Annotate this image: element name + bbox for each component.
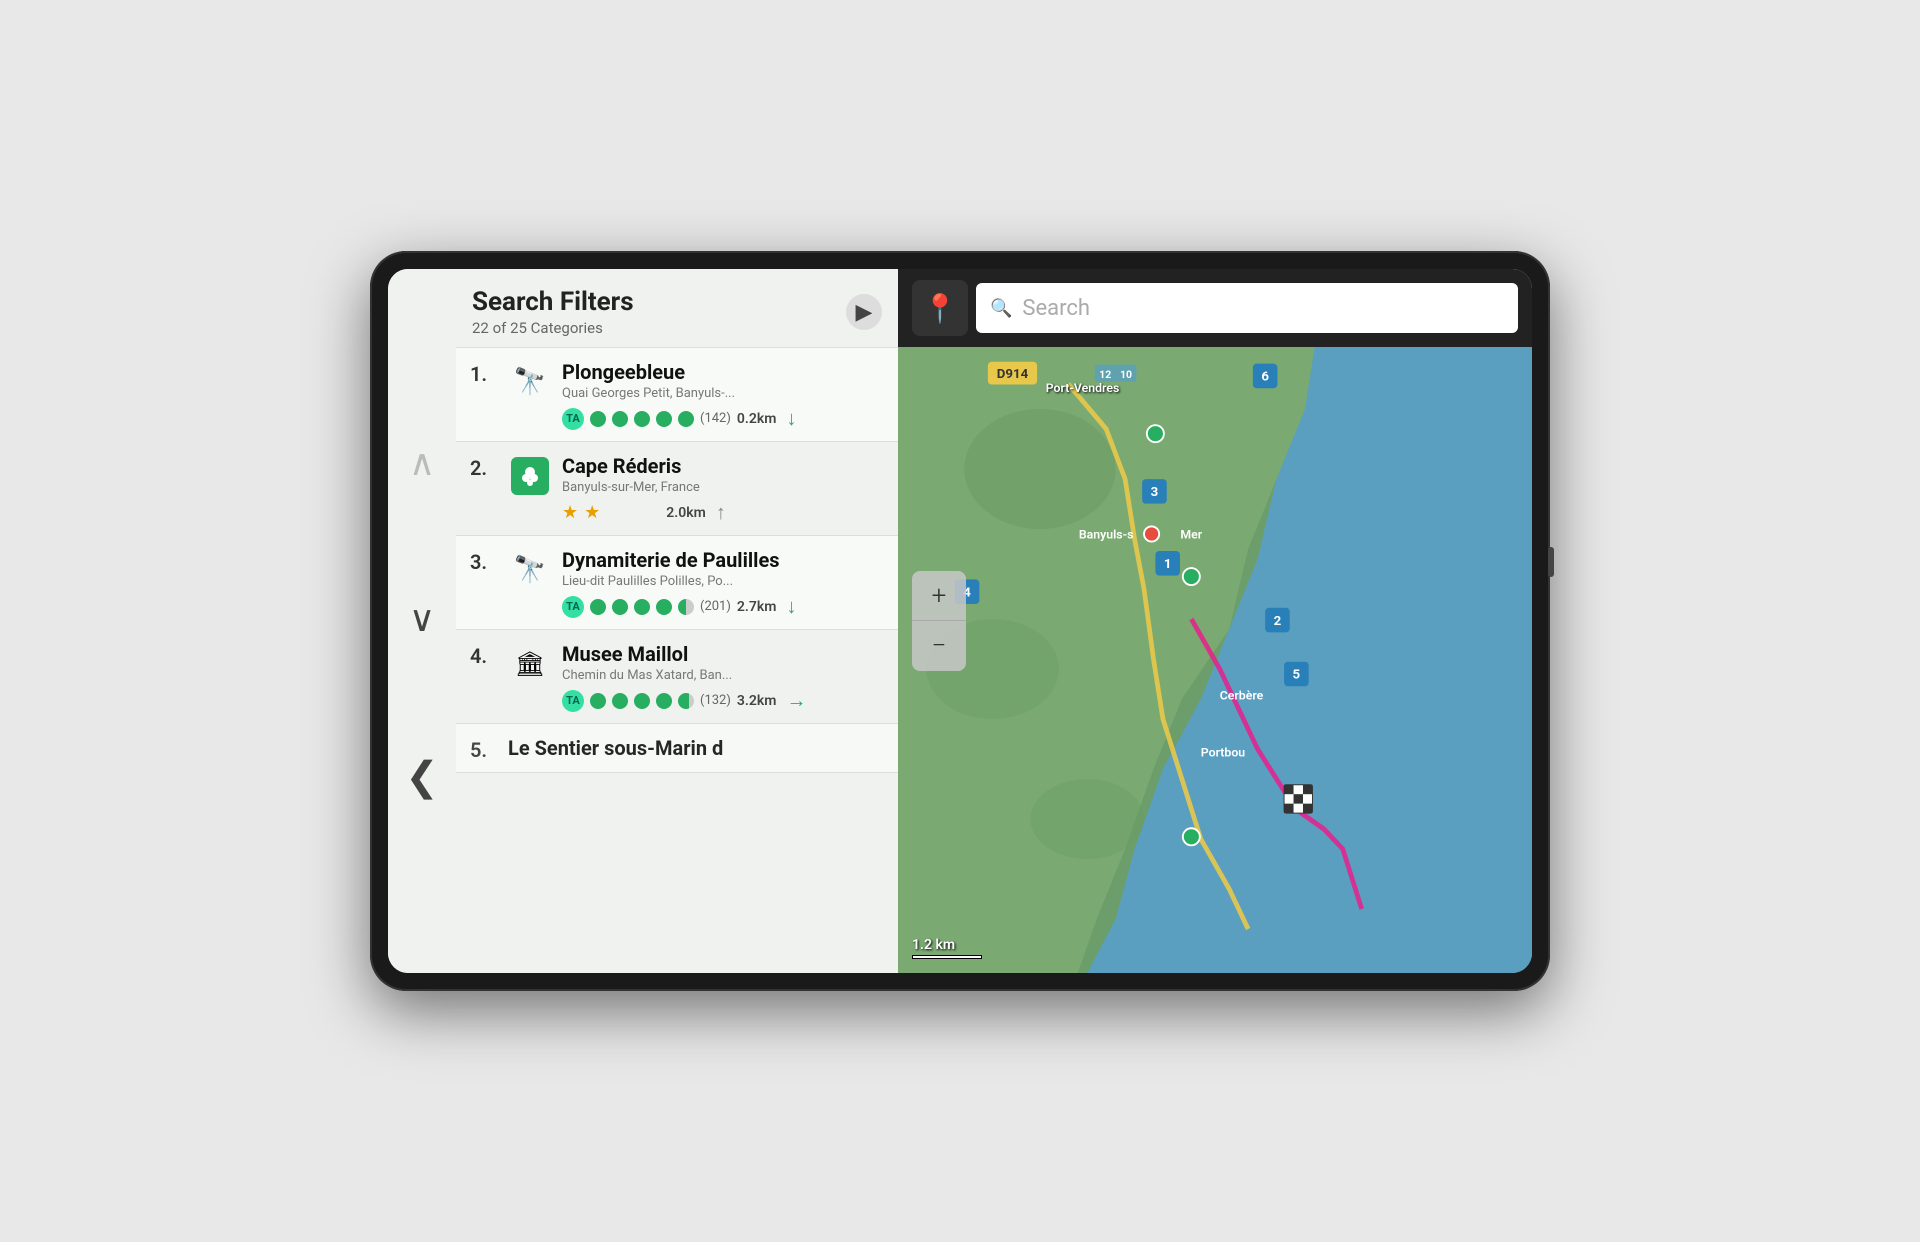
poi-icon-michelin-2 (508, 454, 552, 498)
star3-4 (656, 599, 672, 615)
star4-4 (656, 693, 672, 709)
header-text: Search Filters 22 of 25 Categories (472, 287, 634, 337)
side-button[interactable] (1548, 547, 1554, 577)
poi-list-area: Search Filters 22 of 25 Categories ▶ 1. … (456, 269, 898, 973)
scale-bar-text: 1.2 km (912, 937, 982, 953)
poi-item-4[interactable]: 4. 🏛 Musee Maillol Chemin du Mas Xatard,… (456, 630, 898, 724)
garmin-device: GARMIN ∧ ∨ ❮ Search Filters 22 of 25 Cat… (370, 251, 1550, 991)
poi-distance-2: 2.0km (666, 505, 706, 521)
scroll-up-arrow[interactable]: ∧ (409, 445, 435, 481)
poi-distance-3: 2.7km (737, 599, 777, 615)
poi-details-1: Plongeebleue Quai Georges Petit, Banyuls… (562, 360, 884, 431)
star-yellow-1: ★ (562, 502, 578, 523)
header-subtitle: 22 of 25 Categories (472, 319, 634, 337)
poi-item-2[interactable]: 2. Cape (456, 442, 898, 536)
location-icon: 📍 (923, 292, 958, 325)
map-background: 📍 🔍 Search D914 Port-Vendres (898, 269, 1532, 973)
back-arrow[interactable]: ❮ (405, 757, 439, 797)
poi-direction-2: ↑ (716, 500, 726, 525)
star-1 (590, 411, 606, 427)
michelin-badge (511, 457, 549, 495)
star4-3 (634, 693, 650, 709)
scale-bar: 1.2 km (912, 937, 982, 959)
star3-5-half (678, 599, 694, 615)
poi-distance-1: 0.2km (737, 411, 777, 427)
star4-5-partial (678, 693, 694, 709)
star-3 (634, 411, 650, 427)
map-land (898, 269, 1532, 973)
star-yellow-2: ★ (584, 502, 600, 523)
poi-address-1: Quai Georges Petit, Banyuls-... (562, 386, 852, 401)
poi-name-5: Le Sentier sous-Marin d (508, 736, 884, 760)
poi-meta-4: TA (132) 3.2km → (562, 688, 884, 713)
poi-item-1[interactable]: 1. 🔭 Plongeebleue Quai Georges Petit, Ba… (456, 348, 898, 442)
poi-meta-2: ★ ★ 2.0km ↑ (562, 500, 884, 525)
poi-address-4: Chemin du Mas Xatard, Ban... (562, 668, 852, 683)
search-icon: 🔍 (990, 298, 1012, 319)
tripadvisor-icon-4: TA (562, 690, 584, 712)
poi-address-3: Lieu-dit Paulilles Polilles, Po... (562, 574, 852, 589)
poi-name-4: Musee Maillol (562, 642, 884, 666)
header-title: Search Filters (472, 287, 634, 317)
poi-reviews-4: (132) (700, 693, 731, 708)
poi-details-2: Cape Réderis Banyuls-sur-Mer, France ★ ★… (562, 454, 884, 525)
poi-meta-1: TA (142) 0.2km ↓ (562, 406, 884, 431)
zoom-out-button[interactable]: − (912, 621, 966, 671)
zoom-controls: + − (912, 571, 966, 671)
poi-item-5[interactable]: 5. Le Sentier sous-Marin d (456, 724, 898, 773)
poi-item-3[interactable]: 3. 🔭 Dynamiterie de Paulilles Lieu-dit P… (456, 536, 898, 630)
poi-name-2: Cape Réderis (562, 454, 884, 478)
scroll-down-arrow[interactable]: ∨ (409, 601, 435, 637)
star3-3 (634, 599, 650, 615)
poi-direction-1: ↓ (786, 406, 796, 431)
search-placeholder: Search (1022, 296, 1090, 321)
poi-details-5: Le Sentier sous-Marin d (508, 736, 884, 760)
star4-2 (612, 693, 628, 709)
poi-number-1: 1. (470, 362, 498, 386)
star-2 (612, 411, 628, 427)
poi-direction-4: → (786, 688, 806, 713)
poi-address-2: Banyuls-sur-Mer, France (562, 480, 852, 495)
search-box[interactable]: 🔍 Search (976, 283, 1518, 333)
poi-direction-3: ↓ (786, 594, 796, 619)
poi-number-3: 3. (470, 550, 498, 574)
poi-icon-binoculars-1: 🔭 (508, 360, 552, 404)
poi-reviews-3: (201) (700, 599, 731, 614)
poi-number-5: 5. (470, 738, 498, 762)
star-4 (656, 411, 672, 427)
poi-meta-3: TA (201) 2.7km ↓ (562, 594, 884, 619)
poi-list: 1. 🔭 Plongeebleue Quai Georges Petit, Ba… (456, 348, 898, 973)
left-panel: ∧ ∨ ❮ Search Filters 22 of 25 Categories… (388, 269, 898, 973)
map-panel: 📍 🔍 Search D914 Port-Vendres (898, 269, 1532, 973)
poi-icon-museum-4: 🏛 (508, 642, 552, 686)
poi-details-4: Musee Maillol Chemin du Mas Xatard, Ban.… (562, 642, 884, 713)
location-button[interactable]: 📍 (912, 280, 968, 336)
list-header: Search Filters 22 of 25 Categories ▶ (456, 269, 898, 348)
poi-name-1: Plongeebleue (562, 360, 884, 384)
star4-1 (590, 693, 606, 709)
star3-1 (590, 599, 606, 615)
scale-bar-line (912, 955, 982, 959)
poi-number-2: 2. (470, 456, 498, 480)
poi-name-3: Dynamiterie de Paulilles (562, 548, 884, 572)
tripadvisor-icon-3: TA (562, 596, 584, 618)
star3-2 (612, 599, 628, 615)
poi-icon-binoculars-3: 🔭 (508, 548, 552, 592)
map-coastal-svg (898, 269, 1532, 973)
poi-number-4: 4. (470, 644, 498, 668)
screen: ∧ ∨ ❮ Search Filters 22 of 25 Categories… (388, 269, 1532, 973)
poi-reviews-1: (142) (700, 411, 731, 426)
poi-details-3: Dynamiterie de Paulilles Lieu-dit Paulil… (562, 548, 884, 619)
star-5 (678, 411, 694, 427)
poi-distance-4: 3.2km (737, 693, 777, 709)
tripadvisor-icon-1: TA (562, 408, 584, 430)
map-header: 📍 🔍 Search (898, 269, 1532, 347)
nav-arrows: ∧ ∨ ❮ (388, 269, 456, 973)
zoom-in-button[interactable]: + (912, 571, 966, 621)
header-forward-button[interactable]: ▶ (846, 294, 882, 330)
